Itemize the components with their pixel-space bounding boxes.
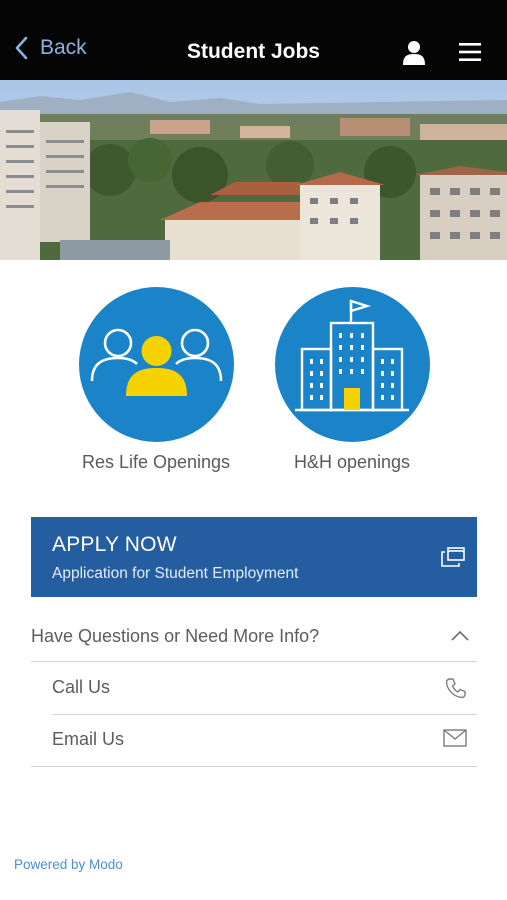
list-divider xyxy=(31,766,52,767)
user-icon xyxy=(403,41,425,65)
building-icon xyxy=(294,299,409,412)
apply-now-button[interactable]: APPLY NOW Application for Student Employ… xyxy=(31,517,477,597)
res-life-openings-label: Res Life Openings xyxy=(81,452,231,472)
hh-circle xyxy=(274,287,430,442)
hh-openings-label: H&H openings xyxy=(293,452,411,472)
external-window-icon xyxy=(441,547,465,567)
call-us-item[interactable]: Call Us xyxy=(52,663,477,715)
chevron-left-icon xyxy=(15,36,28,60)
phone-icon xyxy=(445,678,466,699)
call-us-label: Call Us xyxy=(52,677,111,697)
apply-now-subtitle: Application for Student Employment xyxy=(52,565,299,582)
group-people-icon xyxy=(90,328,222,396)
hamburger-menu-icon xyxy=(459,43,481,61)
envelope-icon xyxy=(443,729,467,747)
apply-now-title: APPLY NOW xyxy=(52,533,177,556)
navbar: Back Student Jobs xyxy=(0,0,507,80)
questions-label: Have Questions or Need More Info? xyxy=(31,626,320,646)
res-life-circle xyxy=(78,287,234,442)
campus-photo xyxy=(0,80,507,260)
hh-openings-tile[interactable]: H&H openings xyxy=(262,287,442,473)
powered-by-link[interactable]: Powered by Modo xyxy=(14,857,123,872)
menu-button[interactable] xyxy=(458,42,482,62)
email-us-item[interactable]: Email Us xyxy=(52,715,477,767)
chevron-up-icon xyxy=(451,630,469,641)
hero-image xyxy=(0,80,507,260)
email-us-label: Email Us xyxy=(52,729,125,749)
back-button[interactable]: Back xyxy=(14,36,87,60)
back-label: Back xyxy=(40,36,87,59)
res-life-openings-tile[interactable]: Res Life Openings xyxy=(66,287,246,473)
user-button[interactable] xyxy=(402,40,426,66)
questions-accordion-header[interactable]: Have Questions or Need More Info? xyxy=(31,612,477,662)
